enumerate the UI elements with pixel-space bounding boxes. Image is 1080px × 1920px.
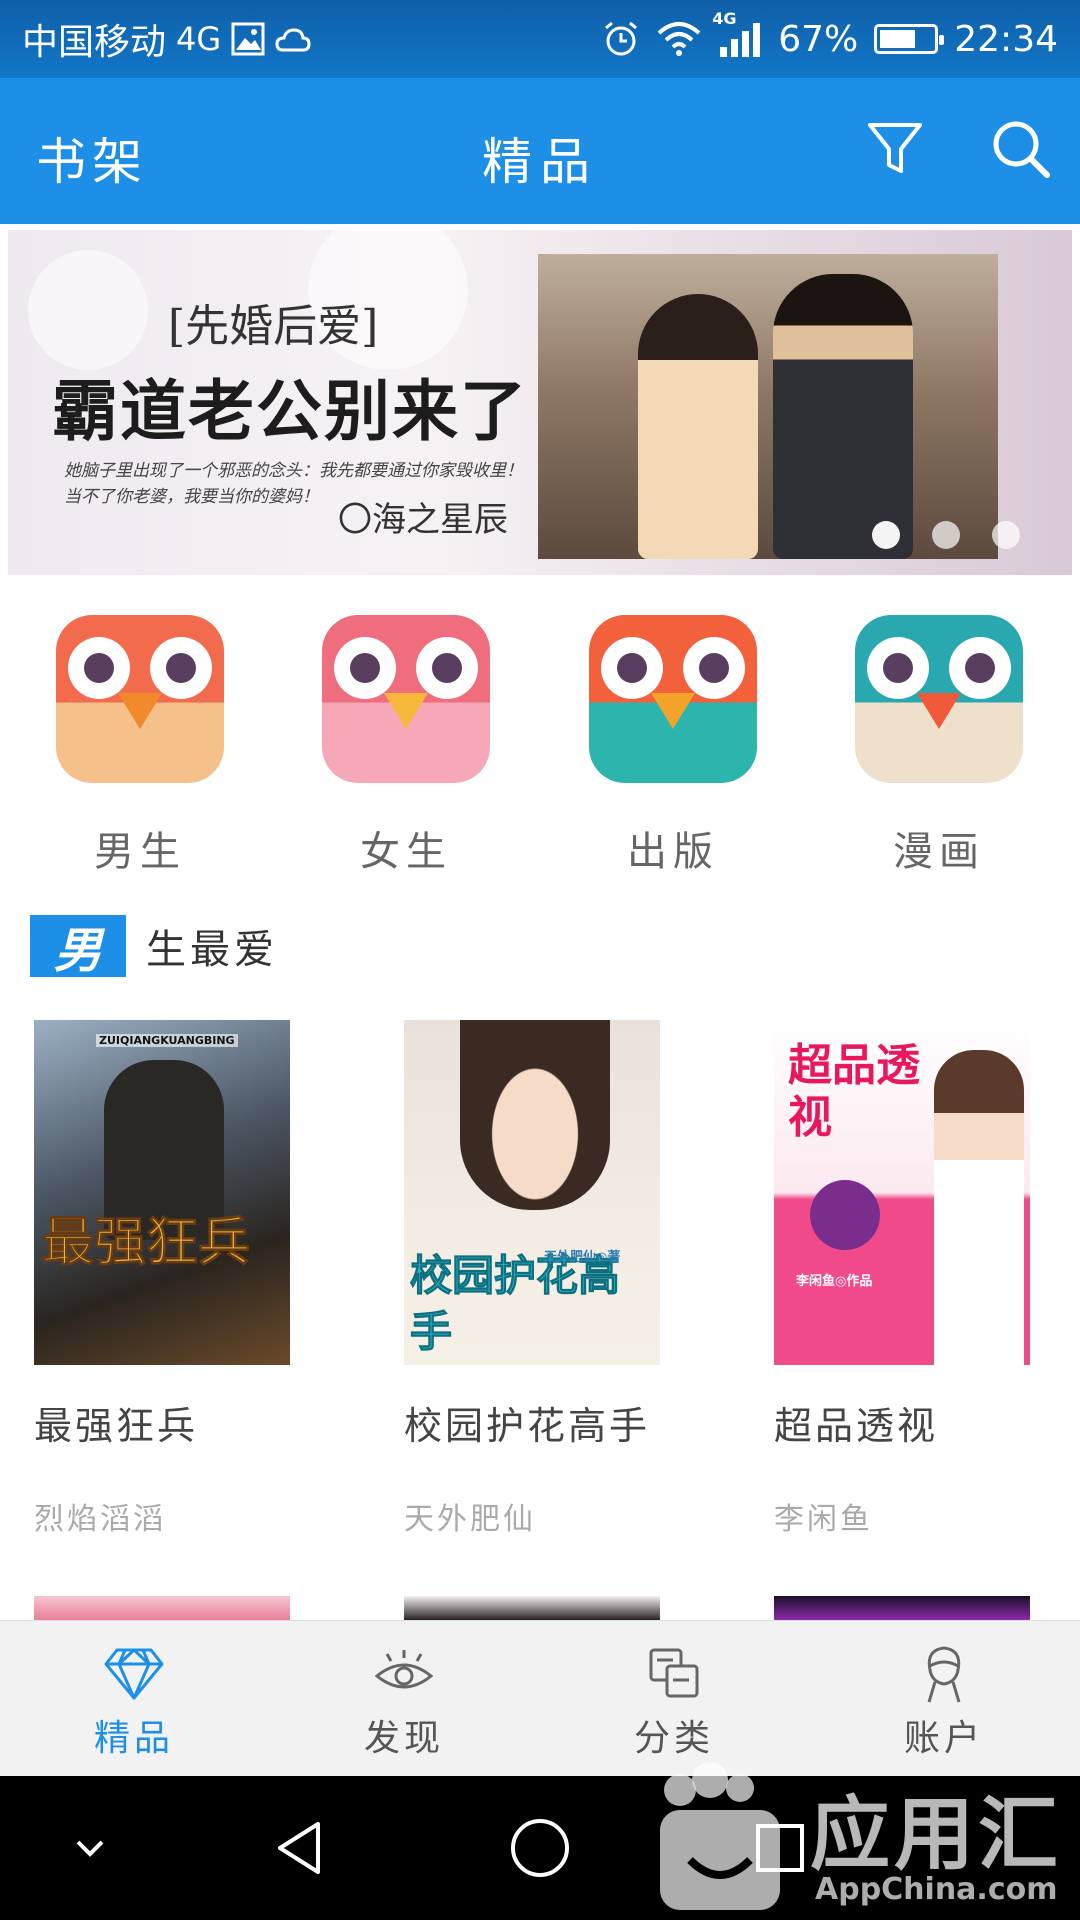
alarm-icon xyxy=(602,20,640,58)
eye-icon xyxy=(324,1641,484,1707)
app-bar: 书架 精品 xyxy=(0,78,1080,224)
carrier-label: 中国移动 xyxy=(22,22,167,63)
banner-title: 霸道老公别来了 xyxy=(52,373,528,450)
filter-button[interactable] xyxy=(862,118,928,184)
nav-featured[interactable]: 精品 xyxy=(54,1641,214,1761)
book-author: 李闲鱼 xyxy=(774,1502,873,1537)
chevron-down-icon[interactable] xyxy=(54,1812,126,1884)
battery-icon xyxy=(874,24,945,54)
category-publish[interactable]: 出版 xyxy=(589,615,757,877)
appchina-logo-icon xyxy=(660,1762,780,1910)
book-author: 天外肥仙 xyxy=(404,1502,536,1537)
groom-figure xyxy=(773,274,913,559)
section-badge: 男 xyxy=(30,915,126,979)
pager-dot[interactable] xyxy=(932,521,960,549)
category-comic[interactable]: 漫画 xyxy=(855,615,1023,877)
banner-author: 〇海之星辰 xyxy=(338,500,508,540)
category-row: 男生 女生 出版 漫画 xyxy=(0,615,1080,875)
woman-figure xyxy=(934,1050,1024,1365)
appchina-watermark: 应用汇 AppChina.com xyxy=(640,1750,1080,1920)
cover-caption: 李闲鱼◎作品 xyxy=(796,1274,873,1289)
book-cover-partial[interactable] xyxy=(774,1596,1030,1620)
wifi-icon xyxy=(656,21,702,57)
book-cover: ZUIQIANGKUANGBING 最强狂兵 xyxy=(34,1020,290,1365)
search-icon xyxy=(990,118,1052,184)
book-card[interactable]: 校园护花高手 天外肥仙◎著 校园护花高手 天外肥仙 xyxy=(404,1020,664,1538)
watermark-text: 应用汇 xyxy=(810,1788,1062,1881)
book-cover-partial[interactable] xyxy=(404,1596,660,1620)
status-bar: 中国移动 4G 4G 67% 22:34 xyxy=(0,0,1080,78)
owl-comic-icon xyxy=(855,615,1023,783)
section-title: 生最爱 xyxy=(146,927,278,973)
nav-discover[interactable]: 发现 xyxy=(324,1641,484,1761)
diamond-icon xyxy=(54,1641,214,1707)
cover-badge xyxy=(810,1180,880,1250)
book-card[interactable]: ZUIQIANGKUANGBING 最强狂兵 最强狂兵 烈焰滔滔 xyxy=(34,1020,294,1538)
category-male[interactable]: 男生 xyxy=(56,615,224,877)
book-title: 最强狂兵 xyxy=(34,1404,199,1448)
watermark-subtext: AppChina.com xyxy=(815,1872,1058,1907)
category-label: 男生 xyxy=(94,829,186,875)
battery-percent: 67% xyxy=(778,18,859,60)
category-icon xyxy=(594,1641,754,1707)
cover-title: 最强狂兵 xyxy=(41,1213,251,1274)
back-icon[interactable] xyxy=(264,1812,336,1884)
cover-caption: 天外肥仙◎著 xyxy=(544,1250,621,1265)
banner-pager xyxy=(872,521,1020,549)
nav-label: 精品 xyxy=(93,1718,174,1759)
filter-icon xyxy=(865,119,925,183)
owl-publish-icon xyxy=(589,615,757,783)
category-label: 出版 xyxy=(627,829,719,875)
book-card[interactable]: 超品透视 李闲鱼◎作品 超品透视 李闲鱼 xyxy=(774,1020,1034,1538)
section-header: 男 生最爱 xyxy=(30,915,278,979)
signal-network-label: 4G xyxy=(712,9,737,28)
banner-bokeh xyxy=(28,250,148,370)
book-title: 校园护花高手 xyxy=(404,1404,651,1448)
nav-account[interactable]: 账户 xyxy=(864,1641,1024,1761)
category-female[interactable]: 女生 xyxy=(322,615,490,877)
book-cover: 超品透视 李闲鱼◎作品 xyxy=(774,1020,1030,1365)
gallery-icon xyxy=(231,22,265,56)
cell-signal-icon: 4G xyxy=(712,9,762,59)
banner-tag: [先婚后爱] xyxy=(168,301,379,352)
owl-female-icon xyxy=(322,615,490,783)
promo-banner[interactable]: [先婚后爱] 霸道老公别来了 她脑子里出现了一个邪恶的念头：我先都要通过你家毁收… xyxy=(8,230,1072,575)
category-label: 漫画 xyxy=(893,829,985,875)
banner-couple-image xyxy=(538,254,998,559)
girl-figure xyxy=(460,1020,610,1210)
cover-caption: ZUIQIANGKUANGBING xyxy=(96,1034,238,1047)
book-cover-partial[interactable] xyxy=(34,1596,290,1620)
nav-label: 发现 xyxy=(363,1718,444,1759)
home-icon[interactable] xyxy=(504,1812,576,1884)
bride-figure xyxy=(638,294,758,559)
book-author: 烈焰滔滔 xyxy=(34,1502,166,1537)
pager-dot[interactable] xyxy=(992,521,1020,549)
owl-male-icon xyxy=(56,615,224,783)
weather-icon xyxy=(275,24,311,54)
category-label: 女生 xyxy=(360,829,452,875)
clock: 22:34 xyxy=(954,18,1058,60)
cover-title: 超品透视 xyxy=(788,1040,920,1143)
banner-line: 她脑子里出现了一个邪恶的念头：我先都要通过你家毁收里！ xyxy=(64,461,523,481)
cover-title: 校园护花高手 xyxy=(410,1251,621,1357)
nav-category[interactable]: 分类 xyxy=(594,1641,754,1761)
user-icon xyxy=(864,1641,1024,1707)
network-label: 4G xyxy=(176,20,222,58)
book-title: 超品透视 xyxy=(774,1404,939,1448)
pager-dot[interactable] xyxy=(872,521,900,549)
search-button[interactable] xyxy=(988,118,1054,184)
book-cover: 校园护花高手 天外肥仙◎著 xyxy=(404,1020,660,1365)
banner-line: 当不了你老婆，我要当你的婆妈！ xyxy=(64,487,319,507)
